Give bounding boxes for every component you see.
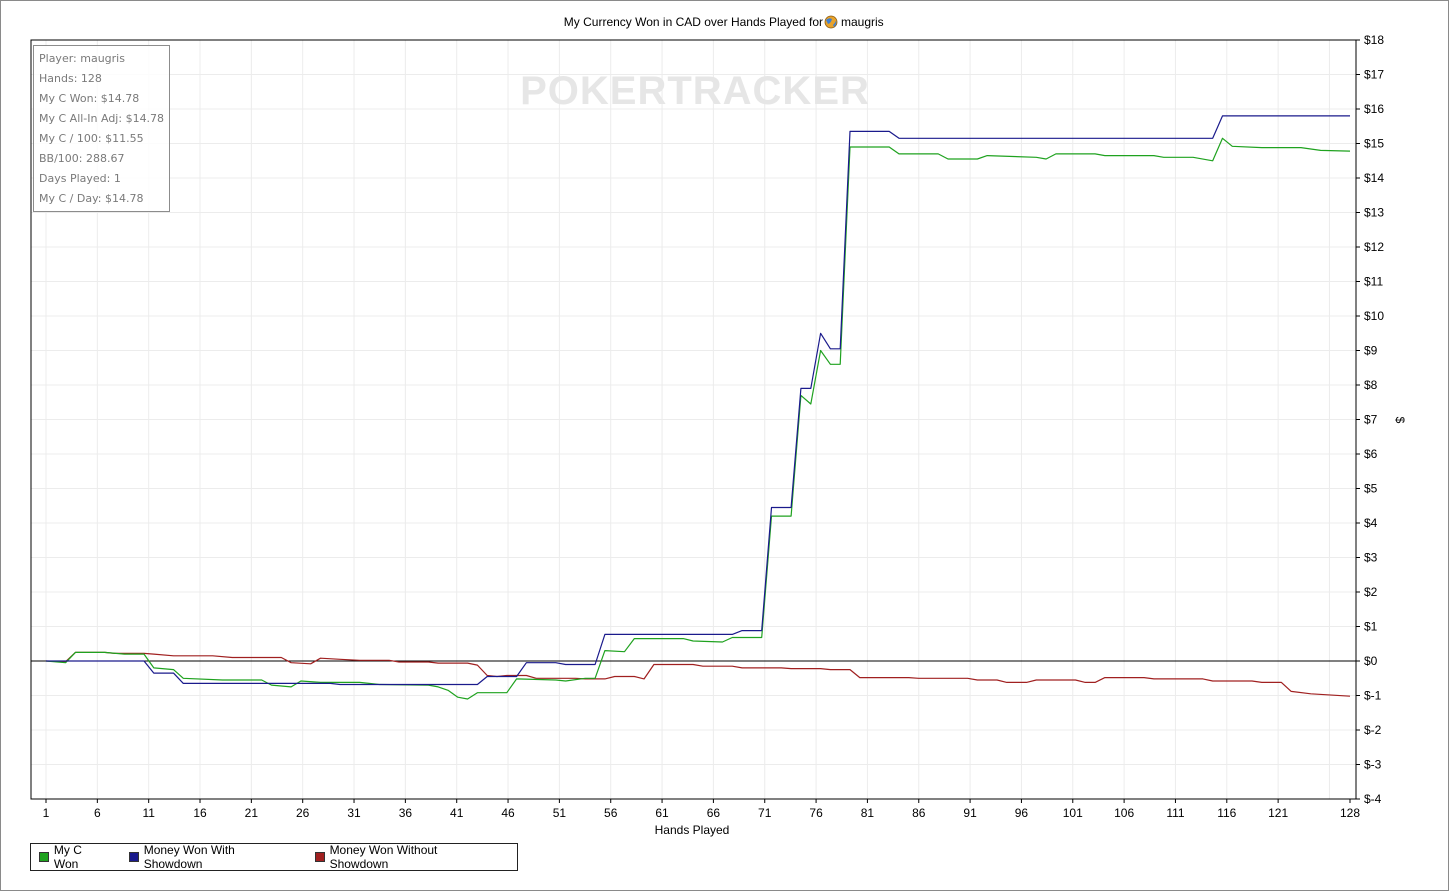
chart-title-text: My Currency Won in CAD over Hands Played… [564, 15, 823, 29]
y-axis-label: $ [1393, 417, 1407, 424]
y-tick-label: $5 [1364, 482, 1378, 496]
watermark-logo: POKERTRACKER [520, 69, 870, 113]
series-line-money-won-with-showdown [46, 115, 1350, 686]
x-tick-label: 31 [347, 806, 361, 820]
legend-label: Money Won Without Showdown [329, 843, 438, 871]
x-axis-ticks: 1 6 11 16 21 26 31 36 41 46 51 56 61 66 71 76 81 86 91 96 10… [43, 799, 1360, 820]
x-tick-label: 86 [912, 806, 926, 820]
y-tick-label: $-2 [1364, 723, 1382, 737]
x-tick-label: 1 [43, 806, 50, 820]
legend-label: My C Won [53, 843, 82, 871]
y-tick-label: $-4 [1364, 792, 1382, 806]
stat-days: Days Played: 1 [39, 172, 121, 185]
y-tick-label: $14 [1364, 171, 1384, 185]
y-tick-label: $2 [1364, 585, 1378, 599]
stats-panel: Player: maugris Hands: 128 My C Won: $14… [33, 45, 170, 212]
stat-bb-100: BB/100: 288.67 [39, 152, 125, 165]
x-tick-label: 16 [193, 806, 207, 820]
y-tick-label: $3 [1364, 551, 1378, 565]
y-tick-label: $10 [1364, 309, 1384, 323]
x-tick-label: 6 [94, 806, 101, 820]
grid-lines [31, 39, 1356, 800]
x-tick-label: 56 [604, 806, 618, 820]
x-tick-label: 51 [553, 806, 567, 820]
x-tick-label: 21 [245, 806, 259, 820]
y-tick-label: $11 [1364, 275, 1383, 289]
x-tick-label: 81 [861, 806, 875, 820]
y-tick-label: $6 [1364, 447, 1378, 461]
x-tick-label: 96 [1015, 806, 1029, 820]
stat-hands: Hands: 128 [39, 72, 102, 85]
series-line-my-c-won [45, 137, 1351, 700]
x-tick-label: 71 [758, 806, 772, 820]
x-tick-label: 121 [1268, 806, 1288, 820]
x-tick-label: 128 [1340, 806, 1360, 820]
x-tick-label: 111 [1166, 806, 1185, 820]
y-tick-label: $18 [1364, 33, 1384, 47]
x-tick-label: 61 [655, 806, 669, 820]
x-tick-label: 26 [296, 806, 310, 820]
x-tick-label: 66 [707, 806, 721, 820]
chart-legend: My C Won Money Won With Showdown Money W… [30, 843, 518, 871]
legend-label: Money Won With Showdown [143, 843, 235, 871]
legend-swatch-red [314, 852, 325, 862]
legend-item-without-showdown[interactable]: Money Won Without Showdown [314, 843, 497, 871]
x-tick-label: 36 [399, 806, 413, 820]
chart-canvas: POKERTRACKER 1 6 11 16 21 26 31 36 41 46 51 56 61 66 7… [30, 15, 1407, 837]
y-tick-label: $17 [1364, 68, 1384, 82]
x-tick-label: 11 [142, 806, 155, 820]
y-tick-label: $4 [1364, 516, 1378, 530]
stat-player: Player: maugris [39, 52, 125, 65]
y-tick-label: $-3 [1364, 758, 1382, 772]
x-tick-label: 116 [1217, 806, 1236, 820]
y-tick-label: $0 [1364, 654, 1378, 668]
stat-won: My C Won: $14.78 [39, 92, 140, 105]
x-tick-label: 41 [450, 806, 464, 820]
stat-allin-adj: My C All-In Adj: $14.78 [39, 112, 165, 125]
chart-title: My Currency Won in CAD over Hands Played… [564, 15, 884, 29]
series-lines [45, 115, 1351, 700]
legend-item-my-c-won[interactable]: My C Won [39, 843, 109, 871]
series-line-money-won-without-showdown [45, 651, 1351, 697]
x-tick-label: 101 [1063, 806, 1083, 820]
player-name: maugris [841, 15, 884, 29]
y-tick-label: $7 [1364, 413, 1378, 427]
y-tick-label: $12 [1364, 240, 1384, 254]
legend-item-with-showdown[interactable]: Money Won With Showdown [128, 843, 295, 871]
y-tick-label: $8 [1364, 378, 1378, 392]
y-tick-label: $15 [1364, 137, 1384, 151]
x-tick-label: 91 [963, 806, 977, 820]
x-tick-label: 76 [809, 806, 823, 820]
y-axis-ticks: $18 $17 $16 $15 $14 $13 $12 $11 $10 $9 $8 $7 $6 $5 $4 $… [1356, 33, 1384, 806]
stat-per-day: My C / Day: $14.78 [39, 192, 144, 205]
x-tick-label: 106 [1114, 806, 1134, 820]
y-tick-label: $9 [1364, 344, 1378, 358]
legend-swatch-green [39, 852, 49, 862]
legend-swatch-blue [128, 852, 139, 862]
x-tick-label: 46 [501, 806, 515, 820]
y-tick-label: $16 [1364, 102, 1384, 116]
y-tick-label: $1 [1364, 620, 1378, 634]
y-tick-label: $13 [1364, 206, 1384, 220]
site-globe-icon [824, 15, 838, 29]
stat-per-100: My C / 100: $11.55 [39, 132, 144, 145]
y-tick-label: $-1 [1364, 689, 1382, 703]
x-axis-label: Hands Played [655, 823, 730, 837]
